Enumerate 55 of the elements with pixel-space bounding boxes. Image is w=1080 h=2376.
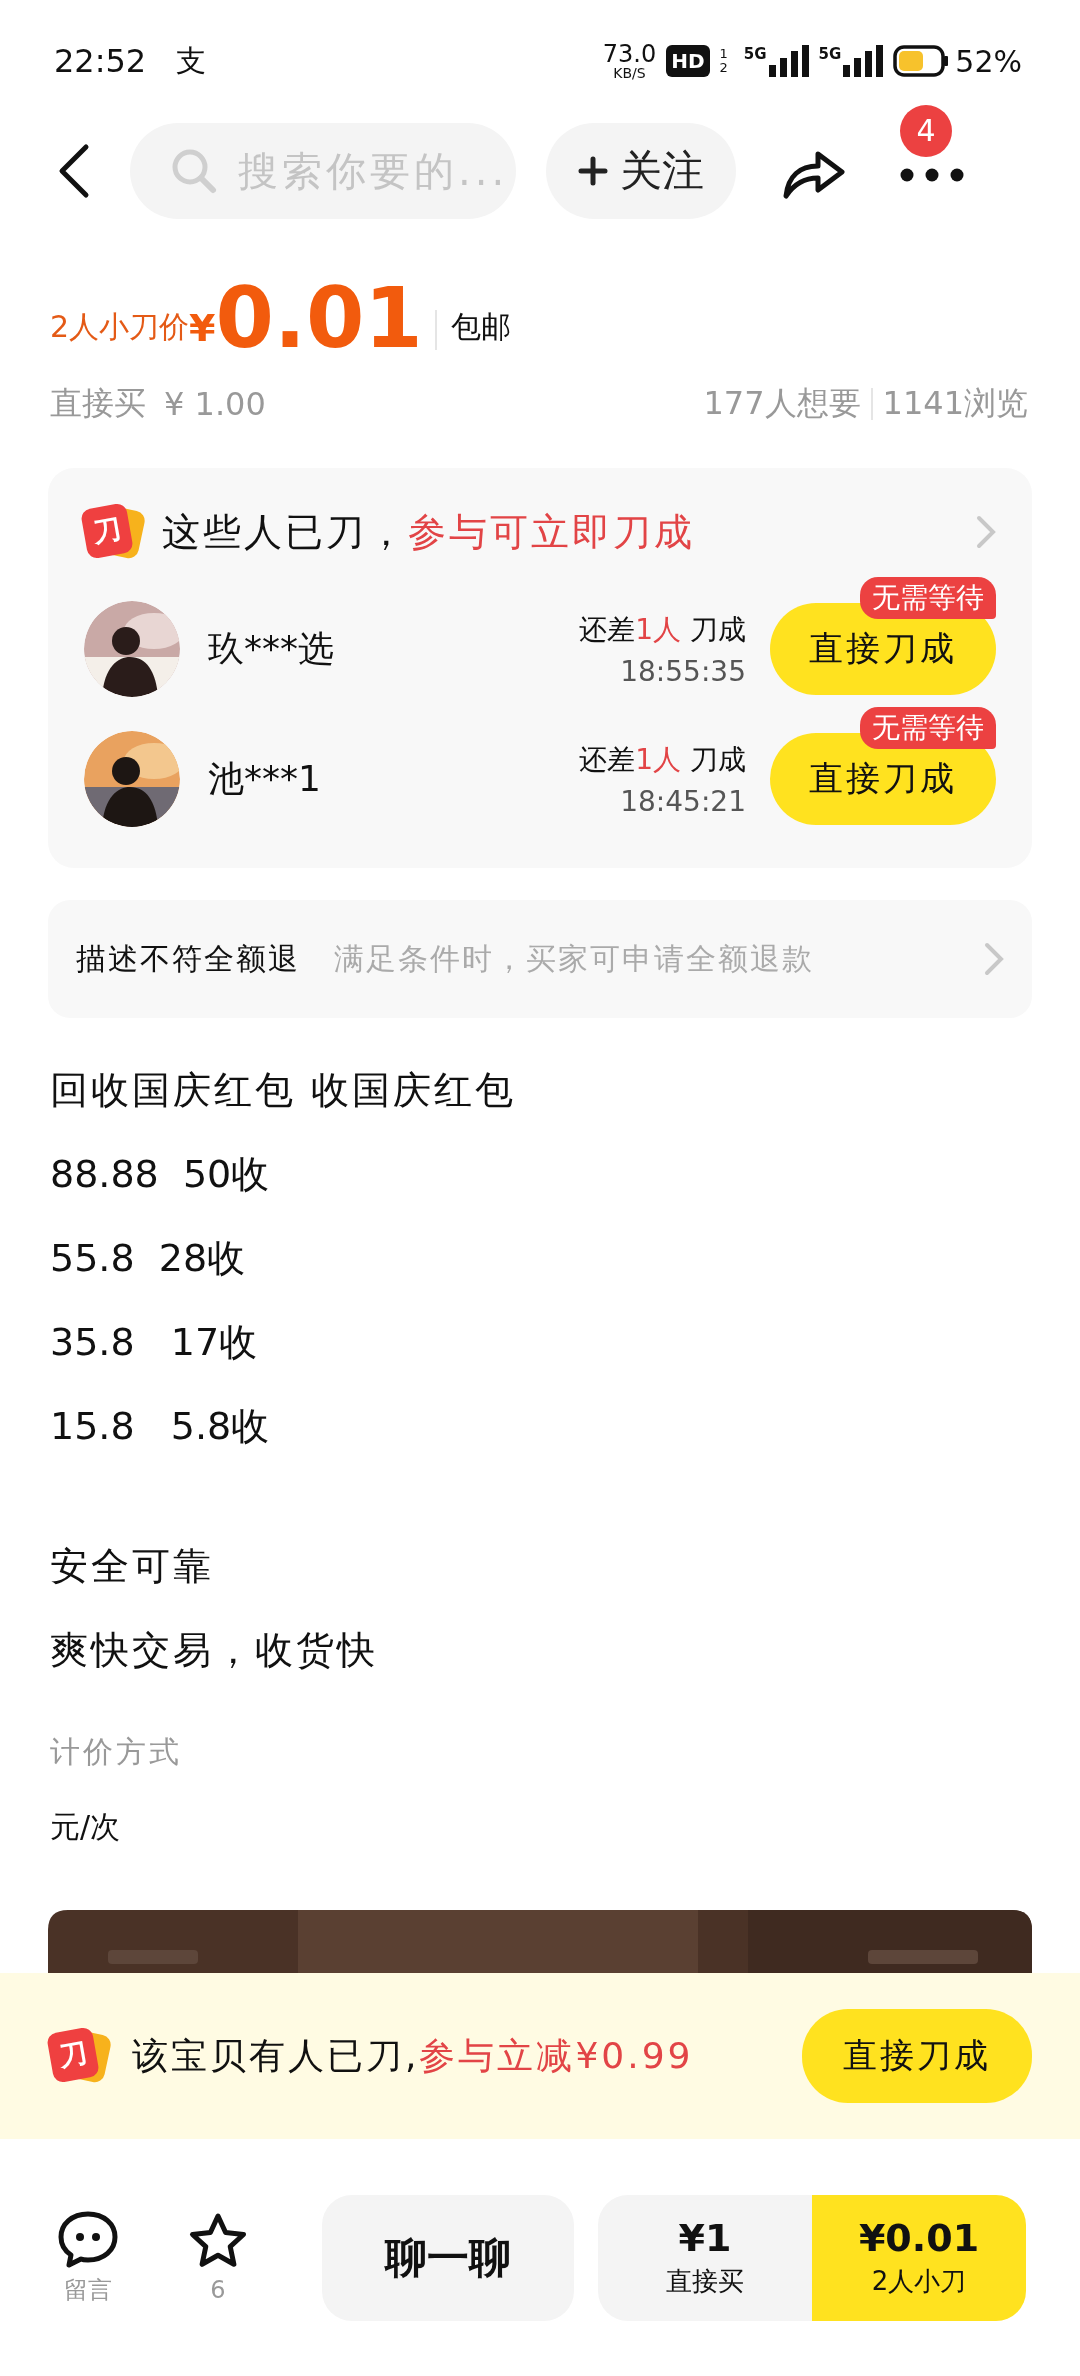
- description-line: 55.8 28收: [50, 1235, 247, 1282]
- promo-text: 该宝贝有人已刀,参与立减¥0.99: [132, 2033, 694, 2078]
- currency-symbol: ¥: [189, 306, 216, 350]
- status-time: 22:52: [54, 42, 147, 80]
- description-line: 15.8 5.8收: [50, 1403, 271, 1450]
- group-buy-button[interactable]: ¥0.01 2人小刀: [812, 2194, 1026, 2321]
- description-line: 35.8 17收: [50, 1319, 259, 1366]
- direct-buy-label: 直接买: [50, 383, 146, 424]
- chevron-right-icon: [984, 942, 1004, 976]
- refund-card[interactable]: 描述不符全额退 满足条件时，买家可申请全额退款: [48, 900, 1032, 1018]
- signal-icon: [843, 45, 884, 77]
- battery-icon: [893, 45, 950, 77]
- follow-button[interactable]: 关注: [546, 123, 736, 219]
- no-wait-badge: 无需等待: [860, 707, 996, 749]
- user-name: 玖***选: [208, 626, 334, 671]
- network-type: 5G: [743, 45, 767, 63]
- user-name: 池***1: [208, 756, 321, 801]
- pricing-label: 计价方式: [50, 1733, 183, 1771]
- star-icon[interactable]: [188, 2211, 248, 2270]
- pricing-value: 元/次: [50, 1808, 122, 1846]
- direct-buy-button[interactable]: ¥1 直接买: [598, 2194, 812, 2321]
- chat-button[interactable]: 聊一聊: [322, 2194, 574, 2321]
- notification-badge: 4: [900, 104, 952, 157]
- search-icon: [170, 147, 218, 195]
- group-price: 0.01: [215, 276, 423, 360]
- shipping-label: 包邮: [450, 308, 511, 346]
- countdown-time: 18:55:35: [620, 654, 746, 688]
- sim-indicator: 1 2: [719, 46, 728, 76]
- description-line: 回收国庆红包 收国庆红包: [50, 1067, 518, 1114]
- views-count: 1141浏览: [882, 383, 1028, 424]
- network-speed: 73.0 KB/S: [602, 42, 657, 80]
- remaining-status: 还差1人 刀成: [579, 611, 746, 648]
- favorite-count: 6: [210, 2275, 226, 2304]
- card-title: 这些人已刀，参与可立即刀成: [162, 508, 695, 556]
- network-type: 5G: [818, 45, 842, 63]
- group-price-label: 2人小刀价: [50, 308, 190, 346]
- wants-count: 177人想要: [703, 383, 861, 424]
- description-line: 88.88 50收: [50, 1151, 271, 1198]
- more-icon[interactable]: [900, 167, 964, 182]
- comment-label: 留言: [64, 2274, 112, 2306]
- join-button[interactable]: 直接刀成: [802, 2009, 1032, 2103]
- comment-icon[interactable]: [57, 2209, 119, 2268]
- hd-indicator: HD: [666, 45, 710, 77]
- description-line: 安全可靠: [50, 1543, 215, 1590]
- battery-level: 52%: [955, 43, 1022, 79]
- countdown-time: 18:45:21: [620, 784, 746, 818]
- description-line: 爽快交易，收货快: [50, 1627, 379, 1674]
- no-wait-badge: 无需等待: [860, 577, 996, 619]
- remaining-status: 还差1人 刀成: [579, 741, 746, 778]
- refund-description: 满足条件时，买家可申请全额退款: [334, 939, 814, 978]
- refund-title: 描述不符全额退: [76, 939, 300, 978]
- notification-icon: 支: [176, 40, 207, 82]
- direct-buy-price: ¥ 1.00: [164, 385, 266, 423]
- plus-icon: [578, 156, 608, 186]
- signal-icon: [768, 45, 809, 77]
